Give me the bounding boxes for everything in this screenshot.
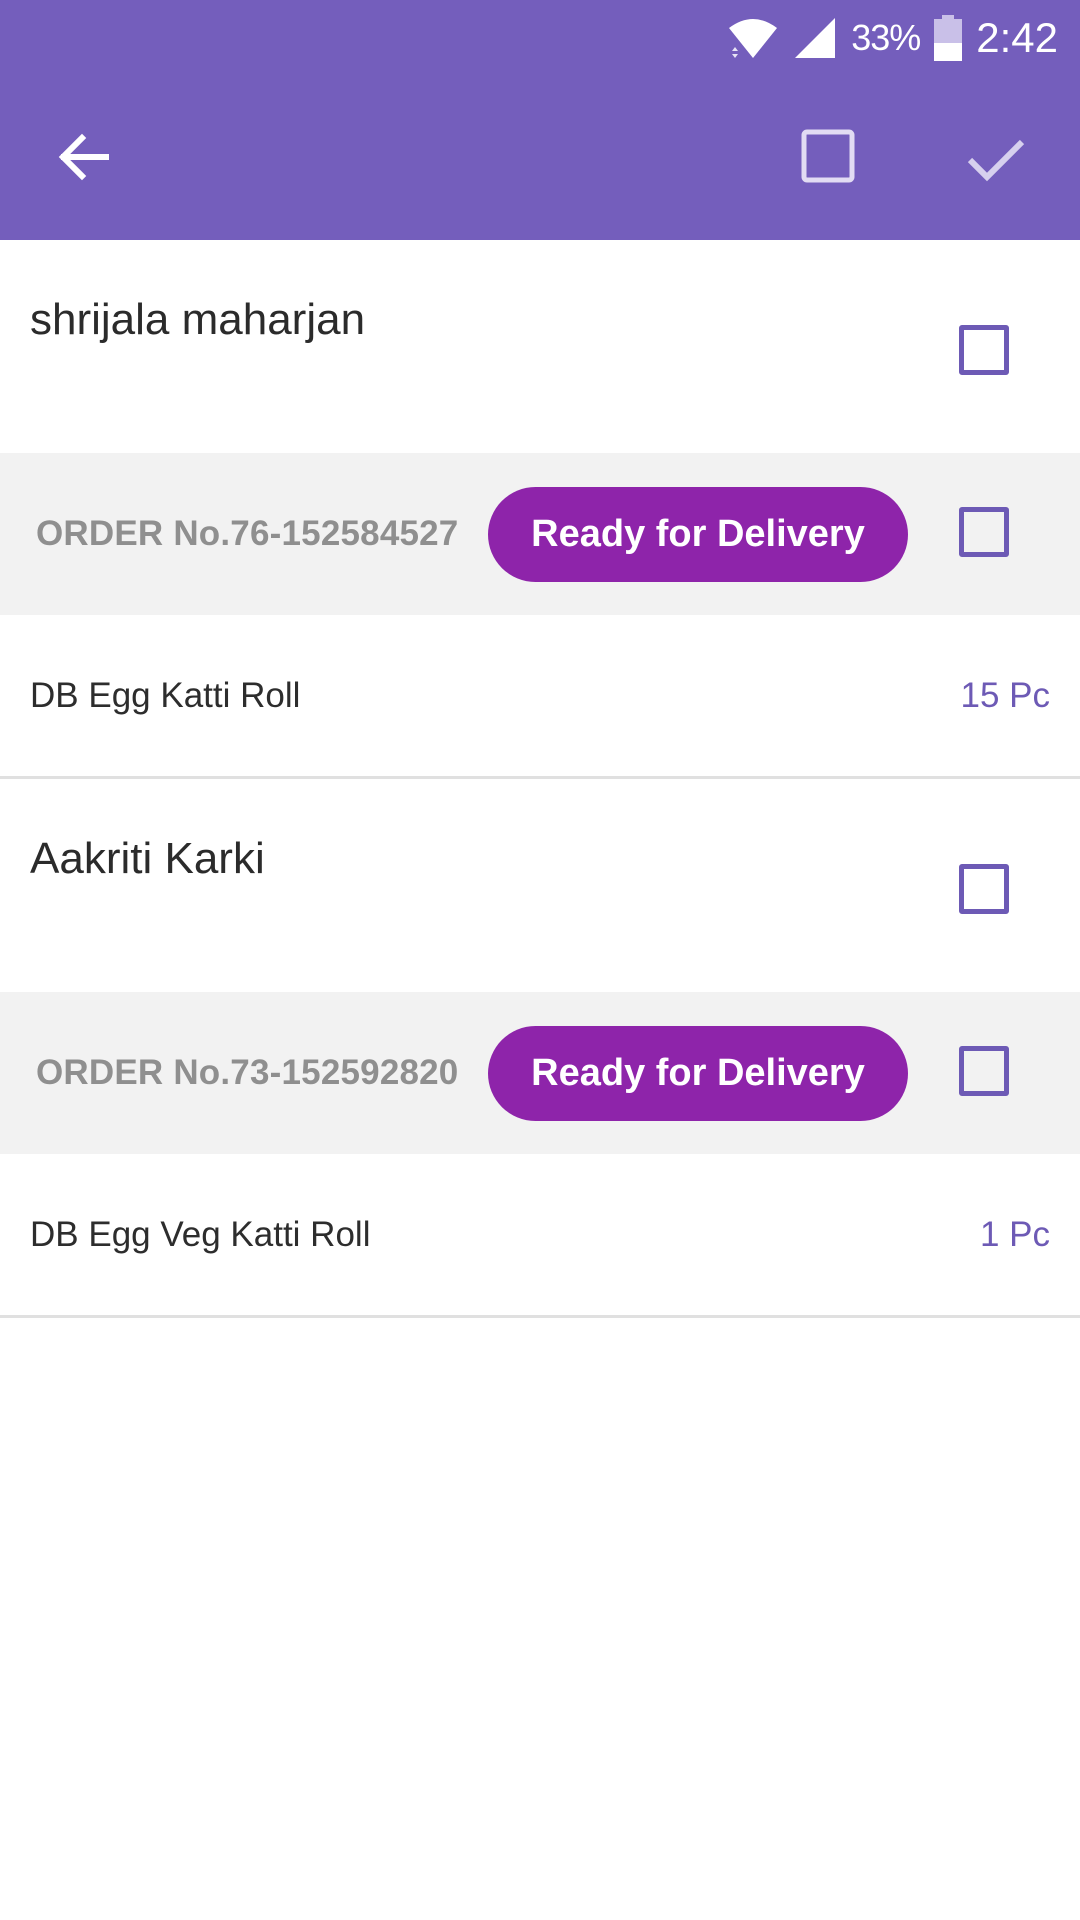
- status-time: 2:42: [976, 13, 1058, 61]
- order-row: ORDER No.76-152584527 Ready for Delivery: [0, 453, 1080, 615]
- status-icons: 33% 2:42: [727, 0, 1058, 75]
- order-checkbox[interactable]: [959, 507, 1009, 557]
- status-badge[interactable]: Ready for Delivery: [488, 487, 908, 582]
- customer-name: Aakriti Karki: [30, 834, 265, 883]
- customer-name: shrijala maharjan: [30, 295, 366, 344]
- list-item: DB Egg Katti Roll 15 Pc: [0, 615, 1080, 779]
- back-button[interactable]: [54, 127, 114, 187]
- customer-header: shrijala maharjan: [0, 240, 1080, 453]
- list-item: DB Egg Veg Katti Roll 1 Pc: [0, 1154, 1080, 1318]
- battery-percent: 33%: [851, 16, 921, 58]
- item-name: DB Egg Veg Katti Roll: [30, 1215, 371, 1254]
- confirm-button[interactable]: [965, 127, 1027, 189]
- battery-icon: [934, 14, 963, 61]
- app-bar: [0, 75, 1080, 240]
- order-checkbox[interactable]: [959, 1046, 1009, 1096]
- status-badge[interactable]: Ready for Delivery: [488, 1026, 908, 1121]
- cell-signal-icon: [795, 17, 836, 58]
- status-bar: 33% 2:42: [0, 0, 1080, 75]
- customer-header: Aakriti Karki: [0, 779, 1080, 992]
- item-name: DB Egg Katti Roll: [30, 676, 301, 715]
- check-icon: [967, 139, 1025, 182]
- item-quantity: 1 Pc: [979, 1215, 1050, 1254]
- order-row: ORDER No.73-152592820 Ready for Delivery: [0, 992, 1080, 1154]
- customer-checkbox[interactable]: [959, 864, 1009, 914]
- arrow-left-icon: [58, 133, 109, 181]
- item-quantity: 15 Pc: [960, 676, 1051, 715]
- checkbox-outline-icon: [801, 129, 855, 183]
- wifi-icon: [729, 18, 778, 58]
- select-all-button[interactable]: [800, 128, 856, 184]
- customer-checkbox[interactable]: [959, 325, 1009, 375]
- order-number: ORDER No.73-152592820: [36, 1053, 459, 1092]
- order-number: ORDER No.76-152584527: [36, 514, 459, 553]
- order-list: shrijala maharjan ORDER No.76-152584527 …: [0, 240, 1080, 1318]
